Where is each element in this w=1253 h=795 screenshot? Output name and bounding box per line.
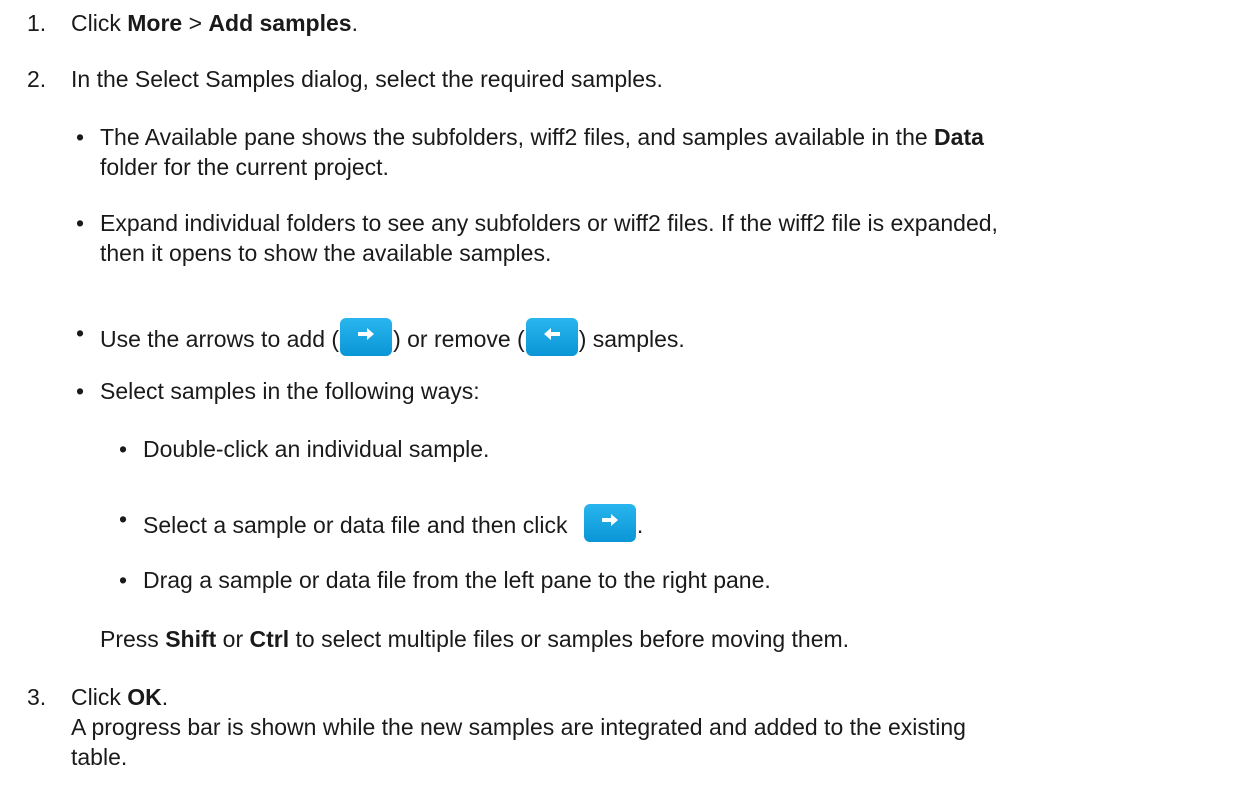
step-2-text: In the Select Samples dialog, select the…	[71, 66, 663, 92]
bullet: •	[76, 378, 85, 404]
bullet: •	[76, 320, 85, 346]
step-3-progress-text-cont: table.	[71, 744, 128, 770]
sub-bullet-select-click: Select a sample or data file and then cl…	[143, 504, 643, 542]
step-3-progress-text: A progress bar is shown while the new sa…	[71, 714, 966, 740]
sub-bullet-double-click: Double-click an individual sample.	[143, 436, 490, 462]
bullet: •	[119, 567, 128, 593]
add-samples-label: Add samples	[208, 10, 352, 36]
remove-arrow-button	[525, 318, 578, 356]
step-number: 2.	[27, 66, 47, 92]
arrow-right-icon	[601, 514, 618, 526]
bullet-select-ways: Select samples in the following ways:	[100, 378, 480, 404]
more-menu-label: More	[127, 10, 183, 36]
bullet-expand-folders: Expand individual folders to see any sub…	[100, 210, 998, 236]
step-number: 1.	[27, 10, 47, 36]
step-number: 3.	[27, 684, 47, 710]
bullet-available-pane: The Available pane shows the subfolders,…	[100, 124, 984, 150]
arrow-left-icon	[543, 328, 560, 340]
add-arrow-button	[583, 504, 636, 542]
bullet: •	[76, 210, 85, 236]
multi-select-note: Press Shift or Ctrl to select multiple f…	[100, 626, 850, 652]
sub-bullet-drag: Drag a sample or data file from the left…	[143, 567, 771, 593]
ctrl-key-label: Ctrl	[249, 626, 290, 652]
ok-label: OK	[127, 684, 162, 710]
step-3-text: Click OK.	[71, 684, 169, 710]
data-folder-label: Data	[934, 124, 984, 150]
shift-key-label: Shift	[165, 626, 217, 652]
arrow-right-icon	[358, 328, 375, 340]
bullet: •	[76, 124, 85, 150]
step-1-text: Click More > Add samples.	[71, 10, 358, 36]
bullet-expand-folders-cont: then it opens to show the available samp…	[100, 240, 552, 266]
bullet-arrows: Use the arrows to add () or remove () sa…	[100, 318, 685, 356]
bullet: •	[119, 436, 128, 462]
bullet-available-pane-cont: folder for the current project.	[100, 154, 389, 180]
add-arrow-button	[340, 318, 393, 356]
bullet: •	[119, 506, 128, 532]
